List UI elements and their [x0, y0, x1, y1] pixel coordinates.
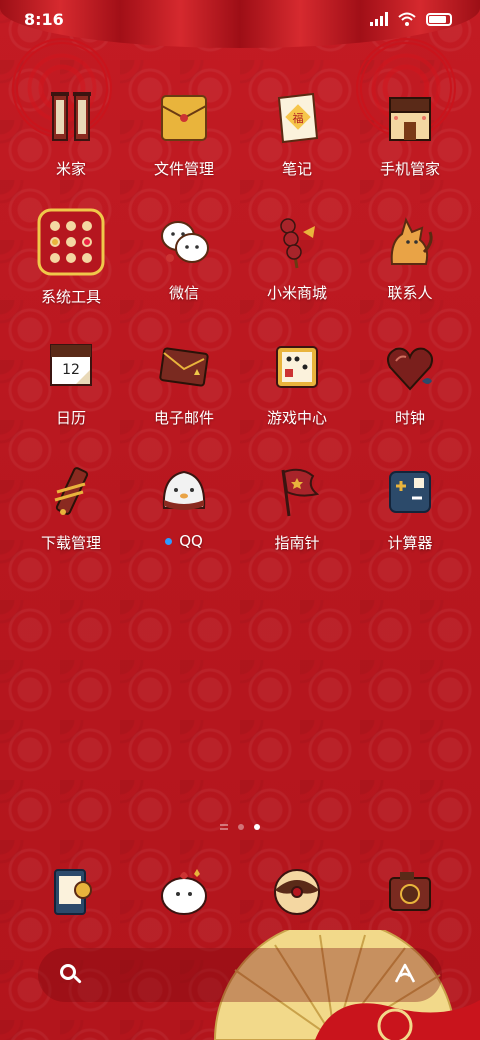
calendar-icon: 12	[41, 337, 101, 397]
page-indicator[interactable]	[0, 824, 480, 830]
app-label: 时钟	[394, 409, 425, 427]
app-label: 游戏中心	[266, 409, 327, 427]
app-game-center[interactable]: 游戏中心	[241, 337, 353, 428]
app-wechat[interactable]: 微信	[128, 212, 240, 303]
gold-envelope-icon	[154, 88, 214, 148]
cute-bubble-icon	[154, 862, 214, 922]
status-time: 8:16	[24, 10, 64, 29]
dock-app-messages[interactable]	[128, 862, 240, 922]
wifi-icon	[398, 12, 416, 26]
chat-bubbles-icon	[154, 212, 214, 272]
donut-icon	[267, 862, 327, 922]
search-icon[interactable]	[60, 964, 76, 980]
status-bar: 8:16	[0, 0, 480, 40]
fu-paper-icon: 福	[267, 88, 327, 148]
app-mi-store[interactable]: 小米商城	[241, 212, 353, 303]
app-downloads[interactable]: 下载管理	[15, 462, 127, 553]
app-compass[interactable]: 指南针	[241, 462, 353, 553]
app-file-manager[interactable]: 文件管理	[128, 88, 240, 179]
app-label: 下载管理	[40, 534, 101, 552]
app-label: 计算器	[387, 534, 433, 552]
app-calculator[interactable]: 计算器	[354, 462, 466, 553]
app-system-tools-folder[interactable]: 系统工具	[15, 208, 127, 307]
app-label: 指南针	[274, 534, 320, 552]
phone-card-icon	[41, 862, 101, 922]
app-notes[interactable]: 福 笔记	[241, 88, 353, 179]
dock-app-browser[interactable]	[241, 862, 353, 922]
scroll-couplet-icon	[41, 88, 101, 148]
app-label: 文件管理	[153, 160, 214, 178]
app-contacts[interactable]: 联系人	[354, 212, 466, 303]
svg-text:福: 福	[293, 111, 304, 125]
app-mijia[interactable]: 米家	[15, 88, 127, 179]
app-label: 系统工具	[40, 288, 101, 306]
system-tools-folder-icon	[37, 208, 105, 276]
app-phone-manager[interactable]: 手机管家	[354, 88, 466, 179]
dock-app-phone[interactable]	[15, 862, 127, 922]
calendar-date: 12	[62, 362, 80, 378]
dock-app-camera[interactable]	[354, 862, 466, 922]
app-label: QQ	[179, 532, 203, 550]
page-indicator-list-icon	[220, 824, 228, 830]
assistant-icon[interactable]	[394, 962, 416, 984]
app-label: 笔记	[281, 160, 312, 178]
battery-icon	[426, 12, 452, 26]
app-label: 米家	[55, 160, 86, 178]
game-board-icon	[267, 337, 327, 397]
app-label: 电子邮件	[153, 409, 214, 427]
chocolate-house-icon	[380, 88, 440, 148]
penguin-icon	[154, 462, 214, 522]
tiger-icon	[380, 212, 440, 272]
heart-clock-icon	[380, 337, 440, 397]
app-label: 小米商城	[266, 284, 327, 302]
page-dot	[238, 824, 244, 830]
app-label: 联系人	[387, 284, 433, 302]
flag-icon	[267, 462, 327, 522]
page-dot-active	[254, 824, 260, 830]
app-label: 日历	[55, 409, 86, 427]
app-qq[interactable]: QQ	[128, 462, 240, 550]
signal-icon	[370, 12, 388, 26]
app-calendar[interactable]: 12 日历	[15, 337, 127, 428]
notification-dot	[165, 538, 173, 545]
search-bar[interactable]	[38, 948, 442, 1002]
calculator-icon	[380, 462, 440, 522]
candied-haws-icon	[267, 212, 327, 272]
firecracker-icon	[41, 462, 101, 522]
envelope-icon	[154, 337, 214, 397]
camera-icon	[380, 862, 440, 922]
app-clock[interactable]: 时钟	[354, 337, 466, 428]
app-label: 手机管家	[379, 160, 440, 178]
app-email[interactable]: 电子邮件	[128, 337, 240, 428]
app-label: 微信	[168, 284, 199, 302]
